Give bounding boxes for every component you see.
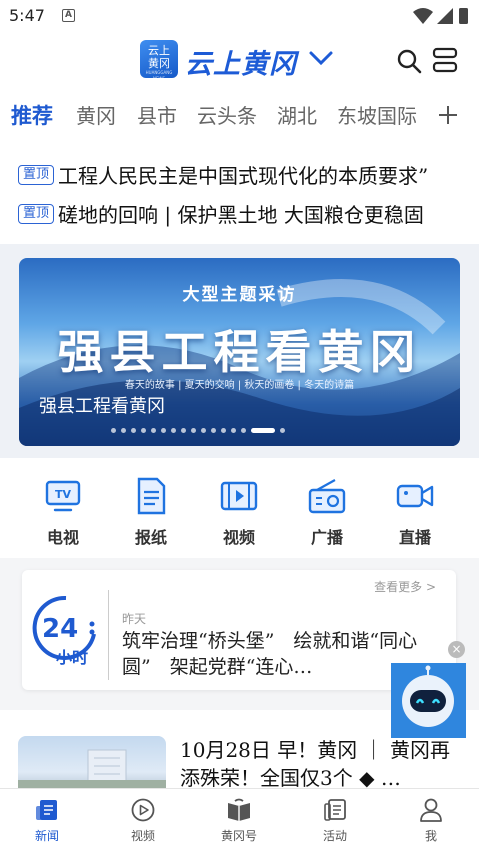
tab-recommend[interactable]: 推荐 [11, 100, 53, 130]
user-icon [420, 798, 442, 822]
search-icon[interactable] [396, 48, 422, 74]
bottom-nav: 新闻 视频 黄冈号 活动 我 [0, 788, 479, 851]
banner-strip: 春天的故事 | 夏天的交响 | 秋天的画卷 | 冬天的诗篇 [124, 380, 355, 391]
news-icon [36, 800, 57, 820]
radio-icon [308, 479, 346, 514]
activity-icon [324, 799, 346, 821]
tab-dongpo-intl[interactable]: 东坡国际 [337, 100, 417, 129]
logo-line3: HUANGGANG NEWS [145, 70, 173, 81]
status-icons [413, 8, 468, 24]
carousel-dot[interactable] [221, 428, 226, 433]
carousel-dot[interactable] [211, 428, 216, 433]
banner-caption: 强县工程看黄冈 [39, 396, 165, 417]
quicknav-label: 广播 [310, 528, 343, 547]
carousel-dot[interactable] [111, 428, 116, 433]
pinned-badge: 置顶 [18, 164, 55, 185]
carousel-dot[interactable] [131, 428, 136, 433]
add-tab-icon[interactable] [437, 104, 459, 126]
status-time: 5:47 [9, 6, 45, 25]
logo-line1: 云上 [148, 44, 170, 57]
news-title: 10月28日 早！黄冈 ｜ 黄冈再添殊荣！全国仅3个 ◆ … [180, 738, 450, 788]
tv-icon: TV [45, 480, 81, 512]
carousel-dots [111, 420, 290, 433]
carousel-dot[interactable] [121, 428, 126, 433]
bottom-nav-label: 活动 [322, 829, 347, 843]
svg-text:TV: TV [55, 488, 72, 501]
banner-subtitle: 大型主题采访 [182, 285, 297, 305]
building-image [18, 749, 166, 788]
carousel-dot[interactable] [181, 428, 186, 433]
logo-24-number: 24 [42, 614, 79, 644]
close-icon[interactable]: × [448, 641, 465, 658]
quicknav-label: 直播 [398, 528, 431, 547]
chevron-down-icon[interactable] [308, 48, 334, 68]
carousel-dot[interactable] [241, 428, 246, 433]
bottom-nav-label: 黄冈号 [220, 829, 257, 843]
bottom-nav-huanggang-account[interactable]: 黄冈号 [204, 797, 274, 844]
pinned-badge: 置顶 [18, 203, 55, 224]
bottom-nav-label: 视频 [130, 829, 155, 843]
bottom-nav-label: 新闻 [34, 829, 59, 843]
carousel-dot[interactable] [171, 428, 176, 433]
carousel-dot[interactable] [151, 428, 156, 433]
carousel-dot[interactable] [141, 428, 146, 433]
tab-huanggang[interactable]: 黄冈 [76, 100, 116, 129]
ai-assistant-button[interactable] [391, 663, 466, 738]
tab-cloud-headlines[interactable]: 云头条 [197, 100, 257, 129]
carousel-dot[interactable] [280, 428, 285, 433]
notification-icon: A [62, 9, 75, 22]
pinned-item[interactable]: 置顶 工程人民民主是中国式现代化的本质要求” [18, 160, 468, 190]
play-icon [131, 798, 155, 822]
news-time: 昨天 [122, 612, 147, 626]
signal-icon [437, 8, 453, 24]
pinned-headlines: 置顶 工程人民民主是中国式现代化的本质要求” 置顶 磋地的回响 | 保护黑土地 大国… [0, 144, 479, 244]
quicknav-label: 视频 [222, 528, 255, 547]
wifi-icon [413, 8, 433, 24]
quick-nav: TV 电视 报纸 视频 广播 直播 [0, 458, 479, 558]
see-more-link[interactable]: 查看更多 > [374, 578, 436, 595]
pinned-title: 工程人民民主是中国式现代化的本质要求” [58, 164, 429, 188]
tab-counties[interactable]: 县市 [137, 100, 177, 129]
banner-carousel[interactable]: 大型主题采访 强县工程看黄冈 春天的故事 | 夏天的交响 | 秋天的画卷 | 冬… [19, 258, 460, 446]
tab-hubei[interactable]: 湖北 [277, 100, 317, 129]
bottom-nav-me[interactable]: 我 [396, 797, 466, 844]
bottom-nav-news[interactable]: 新闻 [12, 797, 82, 844]
carousel-dot[interactable] [251, 428, 275, 433]
channel-tabs: 推荐 黄冈 县市 云头条 湖北 东坡国际 [0, 88, 479, 144]
quicknav-label: 电视 [46, 528, 79, 547]
logo-line2: 黄冈 [148, 57, 170, 70]
carousel-dot[interactable] [191, 428, 196, 433]
carousel-dot[interactable] [231, 428, 236, 433]
carousel-dot[interactable] [161, 428, 166, 433]
bottom-nav-activity[interactable]: 活动 [300, 797, 370, 844]
menu-icon[interactable] [432, 47, 458, 73]
quicknav-tv[interactable]: TV 电视 [33, 476, 93, 548]
live-camera-icon [396, 484, 434, 508]
book-icon [228, 798, 250, 821]
bottom-nav-video[interactable]: 视频 [108, 797, 178, 844]
app-logo: 云上 黄冈 HUANGGANG NEWS [140, 40, 178, 81]
quicknav-live[interactable]: 直播 [385, 476, 445, 548]
banner-section: 大型主题采访 强县工程看黄冈 春天的故事 | 夏天的交响 | 秋天的画卷 | 冬… [0, 244, 479, 458]
banner-headline: 强县工程看黄冈 [57, 325, 422, 379]
carousel-dot[interactable] [201, 428, 206, 433]
divider [108, 590, 109, 680]
app-header: 云上 黄冈 HUANGGANG NEWS 云上黄冈 [0, 32, 479, 88]
bottom-nav-label: 我 [424, 829, 437, 843]
pinned-title: 磋地的回响 | 保护黑土地 大国粮仓更稳固 [58, 203, 424, 227]
pinned-item[interactable]: 置顶 磋地的回响 | 保护黑土地 大国粮仓更稳固 [18, 199, 468, 229]
news-thumbnail [18, 736, 166, 788]
quicknav-label: 报纸 [134, 528, 167, 547]
battery-icon [459, 8, 468, 24]
newspaper-icon [137, 477, 166, 515]
news-24h-text: 筑牢治理“桥头堡” 绘就和谐“同心圆” 架起党群“连心… [122, 630, 418, 678]
quicknav-newspaper[interactable]: 报纸 [121, 476, 181, 548]
robot-icon [391, 663, 466, 738]
quicknav-radio[interactable]: 广播 [297, 476, 357, 548]
quicknav-video[interactable]: 视频 [209, 476, 269, 548]
status-bar: 5:47 A [0, 0, 479, 32]
app-name[interactable]: 云上黄冈 [185, 42, 297, 81]
video-icon [220, 481, 258, 511]
logo-24-unit: 小时 [56, 648, 89, 667]
